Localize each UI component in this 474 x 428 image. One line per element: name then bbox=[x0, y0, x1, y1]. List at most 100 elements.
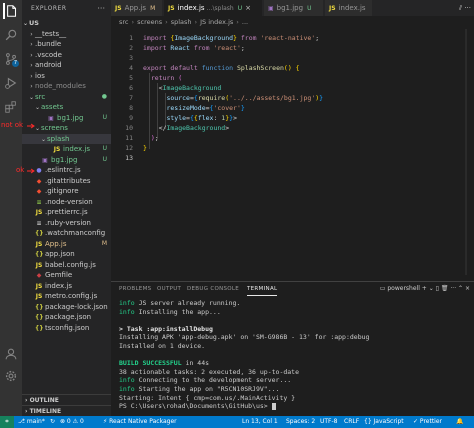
prettier-status[interactable]: ✓ Prettier bbox=[413, 416, 442, 428]
code-line[interactable]: 11 ); bbox=[111, 133, 474, 143]
tab-debug-console[interactable]: DEBUG CONSOLE bbox=[187, 282, 239, 296]
end-of-line[interactable]: CRLF bbox=[344, 416, 359, 428]
terminal-text: Connecting to the development server... bbox=[134, 376, 292, 385]
code-line[interactable]: 13 bbox=[111, 153, 474, 163]
remote-icon[interactable]: ⌗ bbox=[0, 416, 14, 428]
tree-item[interactable]: {}.watchmanconfig bbox=[22, 228, 111, 239]
tree-item[interactable]: ⌄src ● bbox=[22, 92, 111, 103]
code-line[interactable]: 5 return ( bbox=[111, 73, 474, 83]
code-editor[interactable]: 1 import {ImageBackground} from 'react-na… bbox=[111, 29, 474, 275]
tree-item-label: splash bbox=[47, 134, 70, 143]
terminal-text: BUILD SUCCESSFUL bbox=[119, 359, 182, 368]
code-line[interactable]: 6 <ImageBackground bbox=[111, 83, 474, 93]
tree-item[interactable]: ▣ bg1.jpg U bbox=[22, 113, 111, 124]
react-native-packager[interactable]: ⚡ React Native Packager bbox=[103, 416, 177, 428]
code-line[interactable]: 7 source={require('../../assets/bg1.jpg'… bbox=[111, 93, 474, 103]
tree-item[interactable]: {}app.json bbox=[22, 249, 111, 260]
close-icon[interactable]: × bbox=[245, 4, 251, 12]
code-line[interactable]: 9 style={{flex: 1}}> bbox=[111, 113, 474, 123]
code-line[interactable]: 2 import React from 'react'; bbox=[111, 43, 474, 53]
terminal-line: Starting: Intent { cmp=com.us/.MainActiv… bbox=[119, 394, 469, 403]
settings-gear-icon[interactable] bbox=[3, 368, 19, 384]
chevron-down-icon: ⌄ bbox=[34, 104, 41, 111]
sync-icon[interactable]: ↻ bbox=[50, 416, 55, 428]
breadcrumb-item[interactable]: JS index.js bbox=[200, 18, 233, 26]
problems-indicator[interactable]: ⊗ 0 ⚠ 0 bbox=[60, 416, 84, 428]
shell-name[interactable]: powershell bbox=[387, 285, 420, 292]
tree-item[interactable]: ▣ bg1.jpg U bbox=[22, 155, 111, 166]
tree-item[interactable]: ⌄splash bbox=[22, 133, 111, 144]
tree-item[interactable]: › .bundle bbox=[22, 39, 111, 50]
tree-item[interactable]: ◆ Gemfile bbox=[22, 270, 111, 281]
tab-terminal[interactable]: TERMINAL bbox=[247, 282, 278, 296]
line-number: 9 bbox=[129, 114, 133, 122]
branch-indicator[interactable]: ⎇ main* bbox=[18, 416, 45, 428]
code-line[interactable]: 3 bbox=[111, 53, 474, 63]
outline-section[interactable]: › OUTLINE bbox=[22, 394, 111, 405]
tree-item[interactable]: ≡ .node-version bbox=[22, 197, 111, 208]
cursor-position[interactable]: Ln 13, Col 1 bbox=[242, 416, 278, 428]
tree-item[interactable]: JS babel.config.js bbox=[22, 260, 111, 271]
tree-item[interactable]: › node_modules bbox=[22, 81, 111, 92]
code-line[interactable]: 1 import {ImageBackground} from 'react-na… bbox=[111, 33, 474, 43]
run-debug-icon[interactable] bbox=[3, 75, 19, 91]
tree-item[interactable]: {}package-lock.json bbox=[22, 302, 111, 313]
tree-item[interactable]: ◆ .gitattributes bbox=[22, 176, 111, 187]
tab-output[interactable]: OUTPUT bbox=[157, 282, 181, 296]
tree-item[interactable]: JS .prettierrc.js bbox=[22, 207, 111, 218]
breadcrumb-item[interactable]: ... bbox=[242, 18, 248, 26]
tab-bg1-jpg[interactable]: ▣ bg1.jpg U bbox=[264, 0, 324, 16]
encoding[interactable]: UTF-8 bbox=[320, 416, 338, 428]
notifications-bell-icon[interactable]: 🔔 bbox=[456, 416, 463, 428]
more-actions-icon[interactable]: ··· bbox=[97, 0, 105, 18]
tree-item[interactable]: {}package.json bbox=[22, 312, 111, 323]
source-control-icon[interactable]: 7 bbox=[3, 51, 19, 67]
code-line[interactable]: 10 </ImageBackground> bbox=[111, 123, 474, 133]
workspace-root[interactable]: ⌄US bbox=[22, 18, 111, 29]
explorer-icon[interactable] bbox=[3, 3, 19, 19]
line-number: 3 bbox=[129, 54, 133, 62]
account-icon[interactable] bbox=[3, 346, 19, 362]
tree-item[interactable]: › android bbox=[22, 60, 111, 71]
tree-item[interactable]: ⌄screens bbox=[22, 123, 111, 134]
language-mode[interactable]: {} JavaScript bbox=[364, 416, 404, 428]
indentation[interactable]: Spaces: 2 bbox=[286, 416, 315, 428]
terminal-text: JS server already running. bbox=[134, 299, 241, 307]
tree-item[interactable]: › .vscode bbox=[22, 50, 111, 61]
tree-item[interactable]: ◆ .gitignore bbox=[22, 186, 111, 197]
terminal-controls[interactable]: ▭ powershell + ⌄ ▯ 🗑 ··· ⌃ × bbox=[380, 282, 470, 296]
tree-item[interactable]: JS App.js M bbox=[22, 239, 111, 250]
extensions-icon[interactable] bbox=[3, 99, 19, 115]
tree-item[interactable]: ≡ .ruby-version bbox=[22, 218, 111, 229]
tree-item[interactable]: {}tsconfig.json bbox=[22, 323, 111, 334]
tree-item[interactable]: JS index.js bbox=[22, 281, 111, 292]
panel-actions[interactable]: + ⌄ ▯ 🗑 ··· ⌃ × bbox=[422, 285, 470, 292]
tree-item[interactable]: › ios bbox=[22, 71, 111, 82]
chevron-right-icon: › bbox=[30, 62, 33, 69]
tree-item[interactable]: ⌄assets bbox=[22, 102, 111, 113]
tab-app-js[interactable]: JS App.js M bbox=[111, 0, 163, 16]
breadcrumb-item[interactable]: screens bbox=[137, 18, 162, 26]
timeline-section[interactable]: › TIMELINE bbox=[22, 405, 111, 416]
code-line[interactable]: 12} bbox=[111, 143, 474, 153]
workspace-root-label: US bbox=[29, 19, 39, 27]
code-line[interactable]: 4 export default function SplashScreen() … bbox=[111, 63, 474, 73]
breadcrumb-item[interactable]: splash bbox=[171, 18, 192, 26]
tree-item[interactable]: JS metro.config.js bbox=[22, 291, 111, 302]
editor-scrollbar[interactable] bbox=[466, 29, 474, 275]
git-status-badge: ● bbox=[101, 92, 107, 100]
tab-index-js-splash[interactable]: JS index.js ...\splash U × bbox=[164, 0, 263, 16]
tree-item[interactable]: › __tests__ bbox=[22, 29, 111, 40]
js-file-icon: JS bbox=[329, 5, 336, 12]
code-line[interactable]: 8 resizeMode={'cover'} bbox=[111, 103, 474, 113]
activity-bar: 7 bbox=[0, 0, 22, 416]
tree-item[interactable]: JS index.js U bbox=[22, 144, 111, 155]
terminal-output[interactable]: info JS server already running. info Inst… bbox=[119, 299, 469, 411]
split-editor-icon[interactable]: ⫽ ··· bbox=[454, 0, 471, 16]
search-icon[interactable] bbox=[3, 27, 19, 43]
tab-problems[interactable]: PROBLEMS bbox=[119, 282, 151, 296]
tab-index-js[interactable]: JS index.js bbox=[325, 0, 373, 16]
tree-item[interactable]: ● .eslintrc.js bbox=[22, 165, 111, 176]
git-status-badge: M bbox=[101, 239, 107, 247]
breadcrumb-item[interactable]: src bbox=[119, 18, 129, 26]
